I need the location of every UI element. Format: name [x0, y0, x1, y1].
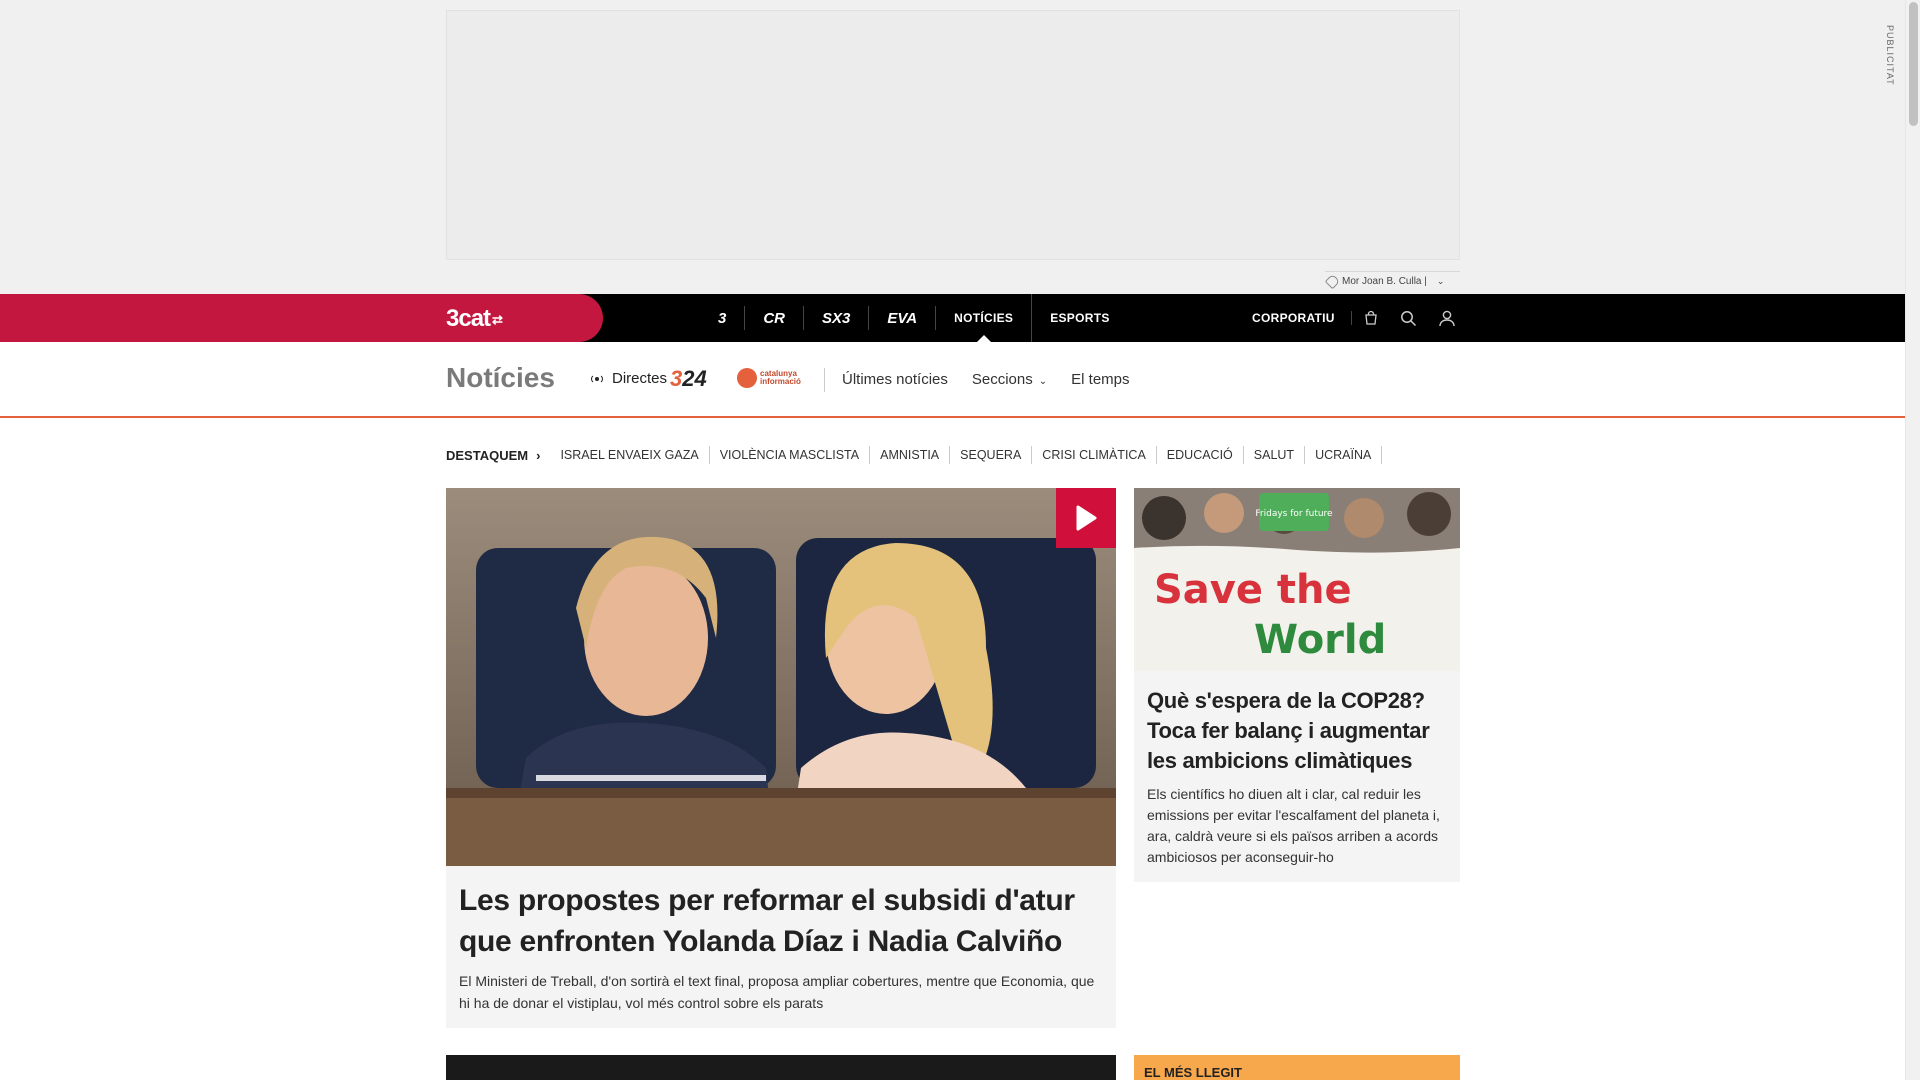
catinfo-text: catalunya informació [760, 370, 801, 386]
ad-banner[interactable]: PUBLICITAT [446, 10, 1895, 260]
channel-nav: 3 CR SX3 EVA NOTÍCIES ESPORTS [700, 294, 1128, 342]
scrollbar[interactable] [1905, 0, 1920, 1080]
3cat-logo-mark: ⇄ [492, 311, 503, 327]
chevron-right-icon: › [536, 447, 541, 463]
catinfo-icon [737, 368, 757, 388]
protest-sign-text: Fridays for future [1255, 509, 1333, 519]
channel-eva[interactable]: EVA [869, 306, 937, 330]
side-article-title[interactable]: Què s'espera de la COP28? Toca fer balan… [1147, 686, 1447, 776]
ad-tag-strip[interactable]: Mor Joan B. Culla | ⌄ [1324, 271, 1460, 291]
324-logo-24: 24 [682, 366, 707, 391]
tv3-logo-icon: 3 [718, 309, 727, 327]
main-article-lead: El Ministeri de Treball, d'on sortirà el… [459, 973, 1095, 1011]
directes-link[interactable]: Directes [590, 370, 667, 387]
tag-link[interactable]: CRISI CLIMÀTICA [1032, 446, 1157, 464]
search-icon[interactable] [1390, 294, 1428, 342]
chevron-down-icon: ⌄ [1436, 276, 1445, 286]
3cat-logo-text: 3cat [446, 305, 491, 332]
mes-llegit-header: EL MÉS LLEGIT [1134, 1055, 1460, 1080]
destaquem-label-text: DESTAQUEM [446, 447, 529, 463]
side-article-lead: Els científics ho diuen alt i clar, cal … [1147, 786, 1440, 865]
section-nav: Últimes notícies Seccions ⌄ El temps [842, 371, 1130, 388]
divider [824, 368, 825, 392]
nav-el-temps[interactable]: El temps [1071, 371, 1129, 388]
brand-band: 3cat ⇄ [0, 294, 603, 342]
3cat-logo[interactable]: 3cat ⇄ [446, 305, 503, 333]
sx3-logo-icon: SX3 [822, 309, 851, 327]
tag-link[interactable]: ISRAEL ENVAEIX GAZA [550, 446, 710, 464]
play-icon [1076, 505, 1097, 531]
nav-seccions-label: Seccions [971, 371, 1033, 388]
main-article-image[interactable] [446, 488, 1116, 866]
324-logo[interactable]: 324 [670, 366, 707, 392]
nav-ultimes-noticies[interactable]: Últimes notícies [842, 371, 948, 388]
video-play-button[interactable] [1056, 488, 1116, 548]
live-broadcast-icon [590, 373, 604, 384]
tag-icon [1324, 273, 1341, 290]
nav-noticies[interactable]: NOTÍCIES [936, 294, 1033, 342]
catradio-logo-icon: CR [763, 309, 786, 327]
channel-catradio[interactable]: CR [745, 306, 805, 330]
nav-corporatiu[interactable]: CORPORATIU [1252, 311, 1352, 325]
nav-esports[interactable]: ESPORTS [1032, 306, 1127, 330]
side-article-image[interactable]: Fridays for future Save the World [1134, 488, 1460, 671]
section-header: Notícies Directes 324 catalunya informac… [0, 342, 1905, 418]
main-article-card[interactable]: Les propostes per reformar el subsidi d'… [446, 488, 1116, 1028]
catinfo-text-b: informació [760, 377, 801, 386]
destaquem-label: DESTAQUEM › [446, 448, 540, 463]
scrollbar-thumb[interactable] [1909, 2, 1918, 126]
ad-label: PUBLICITAT [1885, 25, 1895, 86]
banner-text-a: Save the [1154, 567, 1352, 613]
ad-zone: PUBLICITAT Mor Joan B. Culla | ⌄ [0, 0, 1905, 294]
tag-link[interactable]: SALUT [1244, 446, 1306, 464]
tag-link[interactable]: SEQUERA [950, 446, 1033, 464]
nav-seccions[interactable]: Seccions ⌄ [972, 371, 1047, 388]
tag-link[interactable]: EDUCACIÓ [1157, 446, 1244, 464]
top-navbar: 3cat ⇄ 3 CR SX3 EVA NOTÍCIES ESPORTS CORP… [0, 294, 1905, 342]
topbar-right: CORPORATIU [1252, 294, 1466, 342]
next-article-card[interactable] [446, 1055, 1116, 1080]
eva-logo-icon: EVA [887, 309, 918, 327]
directes-label: Directes [612, 370, 668, 387]
destaquem-bar: DESTAQUEM › ISRAEL ENVAEIX GAZA VIOLÈNCIA… [446, 444, 1383, 466]
main-article-title[interactable]: Les propostes per reformar el subsidi d'… [459, 880, 1109, 962]
channel-tv3[interactable]: 3 [700, 306, 746, 330]
ad-tag-text: Mor Joan B. Culla | [1342, 276, 1427, 287]
tag-link[interactable]: VIOLÈNCIA MASCLISTA [710, 446, 871, 464]
catalunya-informacio-logo[interactable]: catalunya informació [737, 368, 801, 388]
user-icon[interactable] [1428, 294, 1466, 342]
chevron-down-icon: ⌄ [1038, 376, 1048, 387]
banner-text-b: World [1254, 617, 1386, 663]
side-article-card[interactable]: Fridays for future Save the World Què s'… [1134, 488, 1460, 882]
tag-link[interactable]: UCRAÏNA [1305, 446, 1383, 464]
324-logo-3: 3 [670, 366, 683, 391]
section-title[interactable]: Notícies [446, 362, 555, 394]
shopping-bag-icon[interactable] [1352, 294, 1390, 342]
channel-sx3[interactable]: SX3 [804, 306, 870, 330]
tag-link[interactable]: AMNISTIA [870, 446, 951, 464]
